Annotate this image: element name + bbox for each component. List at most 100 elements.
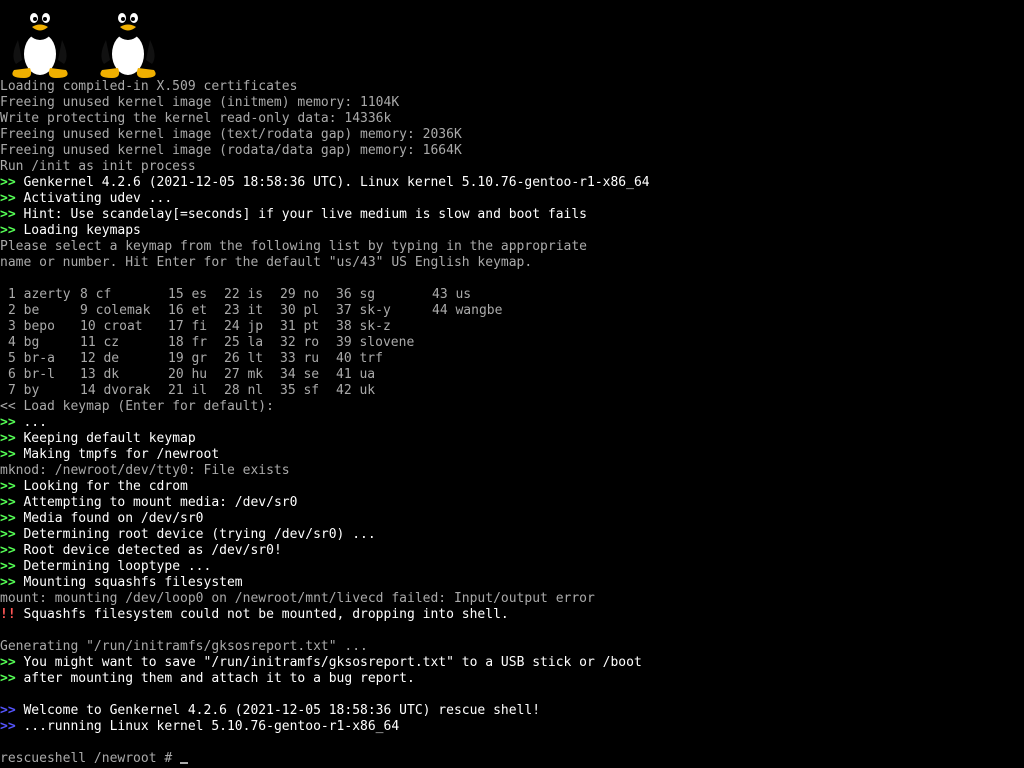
keymap-entry: 20 hu [168, 367, 207, 383]
line-marker: >> [0, 431, 16, 446]
boot-logos [0, 0, 176, 80]
keymap-number: 6 [8, 367, 16, 382]
keymap-row: 4 bg 11 cz 18 fr 25 la 32 ro 39 slovene [0, 335, 1024, 351]
shell-prompt[interactable]: rescueshell /newroot # [0, 751, 1024, 767]
line-marker: >> [0, 543, 16, 558]
line-text: mount: mounting /dev/loop0 on /newroot/m… [0, 591, 595, 606]
console-line: >> Genkernel 4.2.6 (2021-12-05 18:58:36 … [0, 175, 1024, 191]
keymap-number: 2 [8, 303, 16, 318]
keymap-number: 35 [280, 383, 296, 398]
keymap-entry: 9 colemak [80, 303, 150, 319]
keymap-entry: 15 es [168, 287, 207, 303]
console-screen[interactable]: Loading compiled-in X.509 certificates Fr… [0, 0, 1024, 768]
keymap-name: is [247, 287, 264, 302]
line-marker: >> [0, 207, 16, 222]
line-text: Root device detected as /dev/sr0! [23, 543, 282, 558]
console-line: Run /init as init process [0, 159, 1024, 175]
keymap-name: us [455, 287, 472, 302]
line-marker: !! [0, 607, 16, 622]
keymap-entry: 22 is [224, 287, 263, 303]
keymap-entry: 35 sf [280, 383, 319, 399]
keymap-row: 3 bepo 10 croat 17 fi 24 jp 31 pt 38 sk-z [0, 319, 1024, 335]
line-text: Freeing unused kernel image (initmem) me… [0, 95, 400, 110]
keymap-number: 9 [80, 303, 88, 318]
keymap-row: 7 by 14 dvorak 21 il 28 nl 35 sf 42 uk [0, 383, 1024, 399]
keymap-entry: 14 dvorak [80, 383, 150, 399]
keymap-number: 20 [168, 367, 184, 382]
console-line: >> Activating udev ... [0, 191, 1024, 207]
keymap-entry: 30 pl [280, 303, 319, 319]
console-line: >> ... [0, 415, 1024, 431]
keymap-name: cz [103, 335, 120, 350]
keymap-name: uk [359, 383, 376, 398]
keymap-number: 22 [224, 287, 240, 302]
keymap-entry: 11 cz [80, 335, 119, 351]
line-text: Determining looptype ... [23, 559, 212, 574]
keymap-entry: 42 uk [336, 383, 375, 399]
keymap-entry: 7 by [8, 383, 39, 399]
console-line: >> Welcome to Genkernel 4.2.6 (2021-12-0… [0, 703, 1024, 719]
keymap-name: slovene [359, 335, 415, 350]
keymap-entry: 23 it [224, 303, 263, 319]
console-line: >> Loading keymaps [0, 223, 1024, 239]
keymap-entry: 4 bg [8, 335, 39, 351]
line-text: Genkernel 4.2.6 (2021-12-05 18:58:36 UTC… [23, 175, 650, 190]
line-marker: >> [0, 223, 16, 238]
keymap-number: 24 [224, 319, 240, 334]
keymap-name: sk-y [359, 303, 391, 318]
keymap-number: 32 [280, 335, 296, 350]
keymap-number: 28 [224, 383, 240, 398]
keymap-number: 36 [336, 287, 352, 302]
console-line: Please select a keymap from the followin… [0, 239, 1024, 255]
console-line: mount: mounting /dev/loop0 on /newroot/m… [0, 591, 1024, 607]
keymap-entry: 16 et [168, 303, 207, 319]
keymap-number: 37 [336, 303, 352, 318]
keymap-name: br-a [23, 351, 55, 366]
keymap-number: 41 [336, 367, 352, 382]
keymap-name: de [103, 351, 120, 366]
line-text: Generating "/run/initramfs/gksosreport.t… [0, 639, 368, 654]
keymap-name: colemak [95, 303, 151, 318]
keymap-entry: 41 ua [336, 367, 375, 383]
keymap-list: 1 azerty 8 cf 15 es 22 is 29 no 36 sg 43 us 2 b… [0, 287, 1024, 399]
keymap-entry: 39 slovene [336, 335, 414, 351]
keymap-entry: 19 gr [168, 351, 207, 367]
keymap-name: se [303, 367, 320, 382]
line-marker: >> [0, 479, 16, 494]
keymap-name: bepo [23, 319, 55, 334]
line-marker: >> [0, 703, 24, 718]
line-text: Mounting squashfs filesystem [23, 575, 243, 590]
keymap-number: 19 [168, 351, 184, 366]
keymap-name: fi [191, 319, 208, 334]
keymap-name: la [247, 335, 264, 350]
keymap-number: 44 [432, 303, 448, 318]
keymap-number: 40 [336, 351, 352, 366]
console-line: Freeing unused kernel image (rodata/data… [0, 143, 1024, 159]
line-marker: >> [0, 511, 16, 526]
keymap-entry: 32 ro [280, 335, 319, 351]
console-line: Generating "/run/initramfs/gksosreport.t… [0, 639, 1024, 655]
keymap-entry: 31 pt [280, 319, 319, 335]
keymap-entry: 33 ru [280, 351, 319, 367]
keymap-number: 14 [80, 383, 96, 398]
keymap-entry: 8 cf [80, 287, 111, 303]
line-text: Loading keymaps [23, 223, 141, 238]
keymap-row: 5 br-a 12 de 19 gr 26 lt 33 ru 40 trf [0, 351, 1024, 367]
keymap-name: mk [247, 367, 264, 382]
keymap-entry: 10 croat [80, 319, 143, 335]
keymap-number: 4 [8, 335, 16, 350]
line-text: mknod: /newroot/dev/tty0: File exists [0, 463, 290, 478]
keymap-number: 23 [224, 303, 240, 318]
line-text: Freeing unused kernel image (text/rodata… [0, 127, 462, 142]
keymap-number: 11 [80, 335, 96, 350]
line-text: Welcome to Genkernel 4.2.6 (2021-12-05 1… [23, 703, 541, 718]
keymap-row: 1 azerty 8 cf 15 es 22 is 29 no 36 sg 43 us [0, 287, 1024, 303]
line-marker: >> [0, 655, 16, 670]
line-text: Squashfs filesystem could not be mounted… [23, 607, 509, 622]
line-text: Determining root device (trying /dev/sr0… [23, 527, 376, 542]
keymap-number: 15 [168, 287, 184, 302]
keymap-number: 29 [280, 287, 296, 302]
keymap-entry: 29 no [280, 287, 319, 303]
keymap-entry: 5 br-a [8, 351, 55, 367]
line-text: You might want to save "/run/initramfs/g… [23, 655, 642, 670]
